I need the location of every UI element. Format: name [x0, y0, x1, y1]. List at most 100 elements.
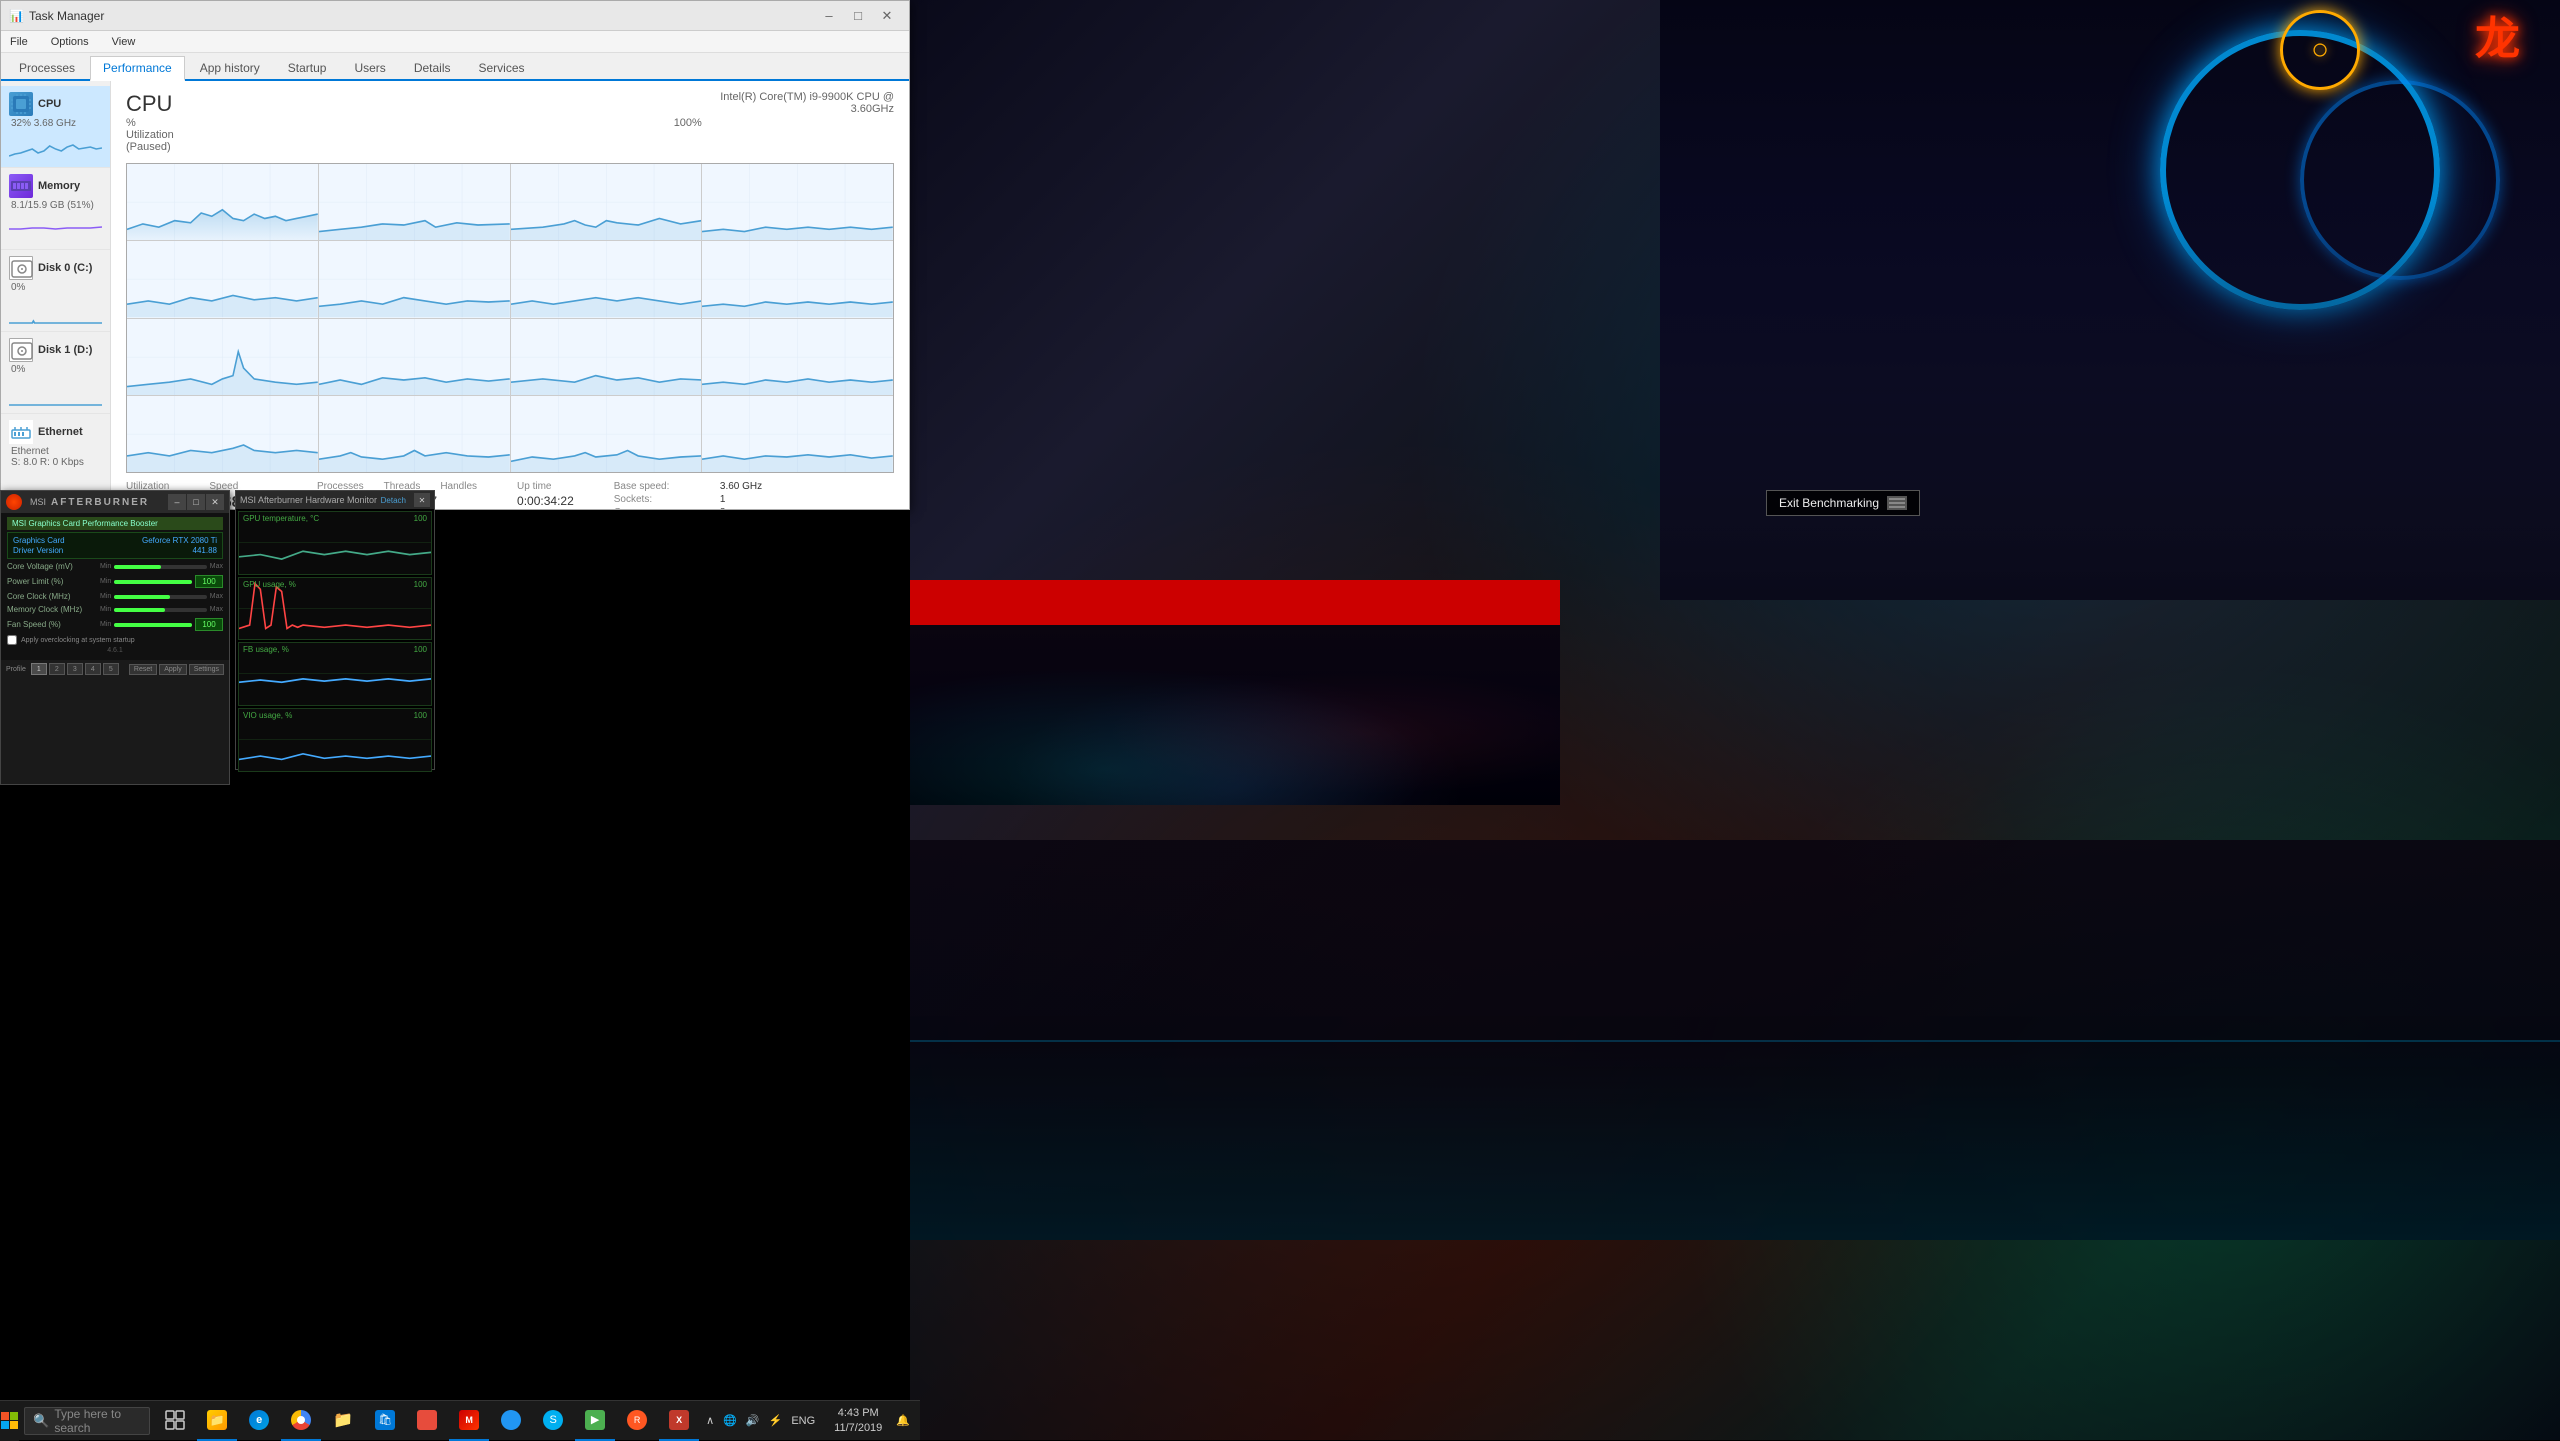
cpu-graphs-grid — [126, 163, 894, 473]
core-voltage-row: Core Voltage (mV) Min Max — [7, 562, 223, 571]
search-bar[interactable]: 🔍 Type here to search — [24, 1407, 150, 1435]
taskbar-right: ∧ 🌐 🔊 ⚡ ENG 4:43 PM 11/7/2019 🔔 — [699, 1401, 920, 1441]
menu-options[interactable]: Options — [47, 31, 93, 53]
system-clock[interactable]: 4:43 PM 11/7/2019 — [826, 1406, 890, 1435]
minimize-button[interactable]: – — [815, 6, 843, 26]
fb-usage-label: FB usage, % — [243, 645, 289, 654]
uptime-stat: Up time 0:00:34:22 — [517, 481, 574, 509]
task-manager-window: 📊 Task Manager – □ ✕ File Options View P… — [0, 0, 910, 510]
menu-view[interactable]: View — [108, 31, 140, 53]
msi-titlebar: MSI AFTERBURNER – □ ✕ — [1, 491, 229, 513]
start-button[interactable] — [0, 1401, 19, 1441]
notification-bell-icon[interactable]: 🔔 — [894, 1414, 912, 1427]
profile-1[interactable]: 1 — [31, 663, 47, 675]
task-view-button[interactable] — [155, 1401, 195, 1441]
file-explorer-button[interactable]: 📁 — [197, 1401, 237, 1441]
skype-button[interactable]: S — [533, 1401, 573, 1441]
reset-button[interactable]: Reset — [129, 664, 157, 675]
sidebar-item-disk1[interactable]: Disk 1 (D:) 0% — [1, 332, 110, 414]
msi-maximize-btn[interactable]: □ — [187, 494, 205, 510]
profile-3[interactable]: 3 — [67, 663, 83, 675]
fan-speed-row: Fan Speed (%) Min 100 — [7, 618, 223, 631]
memory-clock-slider[interactable] — [114, 608, 206, 612]
core-voltage-label: Core Voltage (mV) — [7, 562, 97, 571]
menu-file[interactable]: File — [6, 31, 32, 53]
core-voltage-slider[interactable] — [114, 565, 206, 569]
power-min-label: Min — [100, 578, 111, 585]
mem-max-label: Max — [210, 606, 223, 613]
settings-button[interactable]: Settings — [189, 664, 224, 675]
gpu-usage-chart: GPU usage, % 100 — [238, 577, 432, 641]
store-button[interactable]: 🛍 — [365, 1401, 405, 1441]
hw-controls: ✕ — [414, 493, 430, 507]
edge-button[interactable]: e — [239, 1401, 279, 1441]
tab-processes[interactable]: Processes — [6, 56, 88, 79]
profile-5[interactable]: 5 — [103, 663, 119, 675]
ethernet-label: Ethernet — [38, 426, 83, 438]
power-limit-slider[interactable] — [114, 580, 192, 584]
core-voltage-fill — [114, 565, 160, 569]
titlebar: 📊 Task Manager – □ ✕ — [1, 1, 909, 31]
tab-details[interactable]: Details — [401, 56, 464, 79]
volume-icon[interactable]: 🔊 — [744, 1414, 762, 1427]
chrome-button[interactable] — [281, 1401, 321, 1441]
eng-label[interactable]: ENG — [789, 1415, 817, 1427]
window-title: Task Manager — [29, 9, 815, 23]
tab-startup[interactable]: Startup — [275, 56, 340, 79]
tab-services[interactable]: Services — [466, 56, 538, 79]
profile-dots: 1 2 3 4 5 — [31, 663, 119, 675]
msi-taskbar-button[interactable]: M — [449, 1401, 489, 1441]
profile-4[interactable]: 4 — [85, 663, 101, 675]
gpu-usage-max: 100 — [414, 580, 427, 589]
time-display: 4:43 PM — [834, 1406, 882, 1420]
sockets-label: Sockets: — [614, 494, 700, 505]
msi-window-controls: – □ ✕ — [168, 494, 224, 510]
msi-title: AFTERBURNER — [51, 497, 149, 508]
cpu-graph-14 — [511, 396, 702, 472]
core-clock-slider[interactable] — [114, 595, 206, 599]
cpu-graph-10 — [511, 319, 702, 395]
app7-button[interactable] — [491, 1401, 531, 1441]
hw-detach-btn[interactable]: Detach — [381, 496, 406, 505]
app9-button[interactable]: ▶ — [575, 1401, 615, 1441]
apply-button[interactable]: Apply — [159, 664, 187, 675]
profile-2[interactable]: 2 — [49, 663, 65, 675]
taskbar: 🔍 Type here to search 📁 — [0, 1400, 920, 1440]
sidebar-item-disk0[interactable]: Disk 0 (C:) 0% — [1, 250, 110, 332]
tab-users[interactable]: Users — [341, 56, 398, 79]
chevron-up-icon[interactable]: ∧ — [704, 1414, 716, 1427]
startup-checkbox[interactable] — [7, 635, 17, 645]
gpu-temp-label: GPU temperature, °C — [243, 514, 319, 523]
startup-apply-row: Apply overclocking at system startup — [7, 635, 223, 645]
network-icon[interactable]: 🌐 — [721, 1414, 739, 1427]
fan-speed-slider[interactable] — [114, 623, 192, 627]
cpu-sidebar-icon — [9, 92, 33, 116]
gpu-temp-chart: GPU temperature, °C 100 — [238, 511, 432, 575]
app10-button[interactable]: R — [617, 1401, 657, 1441]
hw-close-btn[interactable]: ✕ — [414, 493, 430, 507]
search-taskbar-icon: 🔍 — [33, 1413, 49, 1429]
folder-button[interactable]: 📁 — [323, 1401, 363, 1441]
tab-app-history[interactable]: App history — [187, 56, 273, 79]
memory-sidebar-icon — [9, 174, 33, 198]
app9-icon: ▶ — [585, 1410, 605, 1430]
tab-performance[interactable]: Performance — [90, 56, 185, 81]
msi-minimize-btn[interactable]: – — [168, 494, 186, 510]
app5-button[interactable] — [407, 1401, 447, 1441]
close-button[interactable]: ✕ — [873, 6, 901, 26]
sidebar-item-cpu[interactable]: CPU 32% 3.68 GHz — [1, 86, 110, 168]
vio-usage-label: VIO usage, % — [243, 711, 292, 720]
exit-benchmark-button[interactable]: Exit Benchmarking — [1766, 490, 1920, 516]
gpu-usage-label: GPU usage, % — [243, 580, 296, 589]
cpu-graph-3 — [702, 164, 893, 240]
power-limit-label: Power Limit (%) — [7, 577, 97, 586]
msi-subtitle: MSI Graphics Card Performance Booster — [7, 517, 223, 530]
msi-close-btn[interactable]: ✕ — [206, 494, 224, 510]
game-button[interactable]: X — [659, 1401, 699, 1441]
cpu-label: CPU — [38, 98, 61, 110]
sidebar-item-memory[interactable]: Memory 8.1/15.9 GB (51%) — [1, 168, 110, 250]
battery-icon[interactable]: ⚡ — [767, 1414, 785, 1427]
msi-logo-icon — [6, 494, 22, 510]
slider-max-label: Max — [210, 563, 223, 570]
maximize-button[interactable]: □ — [844, 6, 872, 26]
